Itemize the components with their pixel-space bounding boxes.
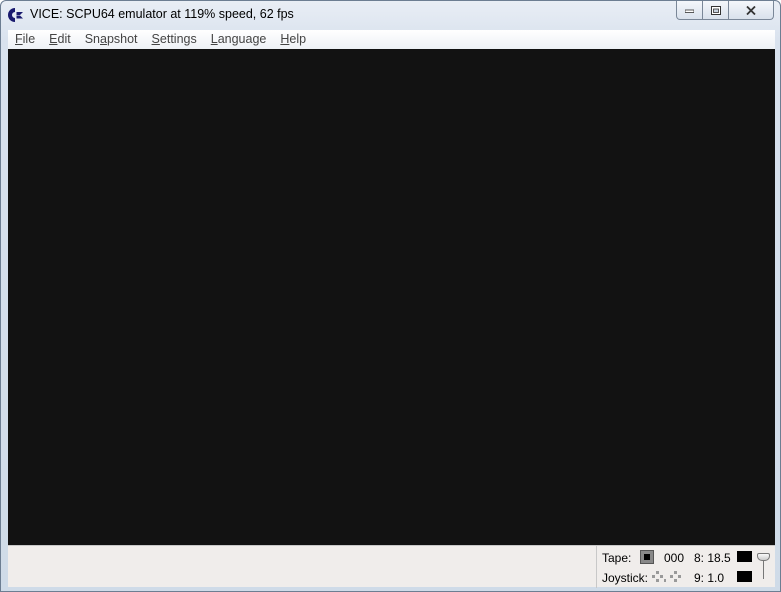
window-controls [676, 1, 774, 21]
status-panel: Tape: 000 8: 18.5 Joystick: 9: 1.0 [596, 546, 775, 588]
close-icon [746, 5, 756, 15]
status-bar: Tape: 000 8: 18.5 Joystick: 9: 1.0 [8, 545, 775, 588]
menu-bar: File Edit Snapshot Settings Language Hel… [8, 30, 775, 49]
drive9-led [737, 571, 752, 582]
menu-file[interactable]: File [8, 30, 42, 49]
volume-slider-track [763, 560, 764, 579]
drive8-status: 8: 18.5 [694, 551, 731, 565]
drive9-status: 9: 1.0 [694, 571, 725, 585]
menu-edit[interactable]: Edit [42, 30, 78, 49]
tape-label: Tape: [602, 551, 632, 565]
tape-control-icon[interactable] [640, 550, 654, 564]
commodore-icon[interactable] [7, 7, 25, 23]
menu-snapshot[interactable]: Snapshot [78, 30, 145, 49]
volume-slider[interactable] [757, 553, 771, 579]
menu-language[interactable]: Language [204, 30, 274, 49]
joystick-label: Joystick: [602, 571, 649, 585]
drive8-led [737, 551, 752, 562]
minimize-button[interactable] [676, 1, 703, 20]
menu-settings[interactable]: Settings [145, 30, 204, 49]
joystick-port1-icon[interactable] [652, 571, 666, 583]
menu-help[interactable]: Help [273, 30, 313, 49]
maximize-icon [710, 5, 721, 15]
joystick-port2-icon[interactable] [670, 571, 684, 583]
close-button[interactable] [729, 1, 774, 20]
emulator-window: VICE: SCPU64 emulator at 119% speed, 62 … [0, 0, 781, 592]
maximize-button[interactable] [703, 1, 729, 20]
tape-counter: 000 [664, 551, 685, 565]
emulator-screen[interactable] [8, 49, 775, 545]
title-bar[interactable]: VICE: SCPU64 emulator at 119% speed, 62 … [1, 1, 780, 29]
window-title: VICE: SCPU64 emulator at 119% speed, 62 … [30, 7, 294, 21]
minimize-icon [685, 9, 694, 13]
